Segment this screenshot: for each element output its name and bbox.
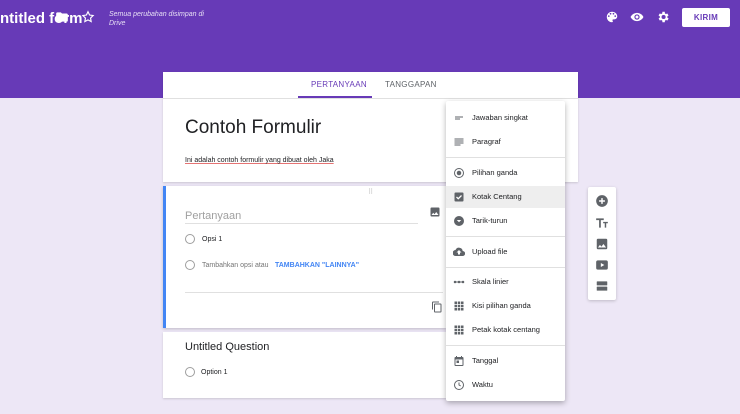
menu-item-label: Paragraf [472,137,501,146]
add-title-icon[interactable] [595,216,609,230]
tab-responses[interactable]: TANGGAPAN [385,80,437,89]
drag-handle-icon[interactable]: ⠿ [368,188,374,196]
linear-scale-icon [453,280,465,284]
menu-divider [446,267,565,268]
card-footer-divider [185,292,443,293]
menu-item-label: Pilihan ganda [472,168,518,177]
menu-item-checkboxes[interactable]: Kotak Centang [446,186,565,208]
menu-item-label: Skala linier [472,277,509,286]
folder-icon[interactable] [55,10,69,24]
question-type-menu: Jawaban singkat Paragraf Pilihan ganda K… [446,101,565,401]
short-text-icon [455,116,463,120]
add-option-text[interactable]: Tambahkan opsi [202,262,253,269]
dropdown-icon [454,216,464,226]
clock-icon [454,380,464,390]
menu-divider [446,236,565,237]
checkbox-icon [454,192,464,202]
eye-icon[interactable] [630,10,644,24]
side-toolbar [588,187,616,300]
menu-item-checkbox-grid[interactable]: Petak kotak centang [446,319,565,341]
checkbox-grid-icon [454,325,464,335]
menu-item-date[interactable]: Tanggal [446,350,565,372]
menu-item-short-answer[interactable]: Jawaban singkat [446,107,565,129]
option-1-label[interactable]: Option 1 [201,369,227,376]
menu-item-label: Kotak Centang [472,192,522,201]
form-title[interactable]: ntitled form [0,10,83,27]
or-text: atau [254,262,269,269]
add-image-icon[interactable] [595,237,609,251]
radio-icon [185,260,195,270]
option-1-label[interactable]: Opsi 1 [202,236,222,243]
menu-item-multiple-choice-grid[interactable]: Kisi pilihan ganda [446,295,565,317]
radio-icon [185,367,195,377]
menu-item-linear-scale[interactable]: Skala linier [446,271,565,293]
tab-divider [163,98,578,99]
menu-item-time[interactable]: Waktu [446,374,565,396]
menu-item-label: Tanggal [472,356,499,365]
menu-item-label: Petak kotak centang [472,325,540,334]
palette-icon[interactable] [605,10,619,24]
image-icon[interactable] [429,206,441,218]
menu-item-label: Jawaban singkat [472,113,528,122]
question-card-active[interactable]: ⠿ Opsi 1 Tambahkan opsi atau TAMBAHKAN "… [163,186,446,328]
send-button[interactable]: KIRIM [682,8,730,27]
calendar-icon [454,356,464,366]
question-title[interactable]: Untitled Question [185,341,269,353]
form-title-field[interactable]: Contoh Formulir [185,117,321,139]
radio-icon [454,168,464,178]
add-question-icon[interactable] [595,194,609,208]
add-video-icon[interactable] [595,258,609,272]
star-icon[interactable] [81,10,95,24]
menu-item-paragraph[interactable]: Paragraf [446,131,565,153]
question-card[interactable]: Untitled Question Option 1 [163,332,446,398]
menu-item-label: Upload file [472,247,508,256]
menu-item-file-upload[interactable]: Upload file [446,241,565,263]
form-description-field[interactable]: Ini adalah contoh formulir yang dibuat o… [185,157,334,164]
cloud-upload-icon [453,247,465,257]
menu-item-label: Waktu [472,380,493,389]
menu-item-multiple-choice[interactable]: Pilihan ganda [446,162,565,184]
gear-icon[interactable] [656,10,670,24]
paragraph-icon [454,138,464,146]
saved-status: Semua perubahan disimpan di Drive [109,11,204,27]
add-option-link[interactable]: Tambahkan opsi atau [202,262,269,269]
add-section-icon[interactable] [595,279,609,293]
grid-icon [454,301,464,311]
copy-icon[interactable] [431,301,443,313]
menu-divider [446,157,565,158]
menu-item-dropdown[interactable]: Tarik-turun [446,210,565,232]
radio-icon [185,234,195,244]
add-other-link[interactable]: TAMBAHKAN "LAINNYA" [275,262,359,269]
question-title-input[interactable] [185,208,418,224]
menu-item-label: Tarik-turun [472,216,508,225]
menu-item-label: Kisi pilihan ganda [472,301,531,310]
tab-questions[interactable]: PERTANYAAN [311,80,367,89]
menu-divider [446,345,565,346]
